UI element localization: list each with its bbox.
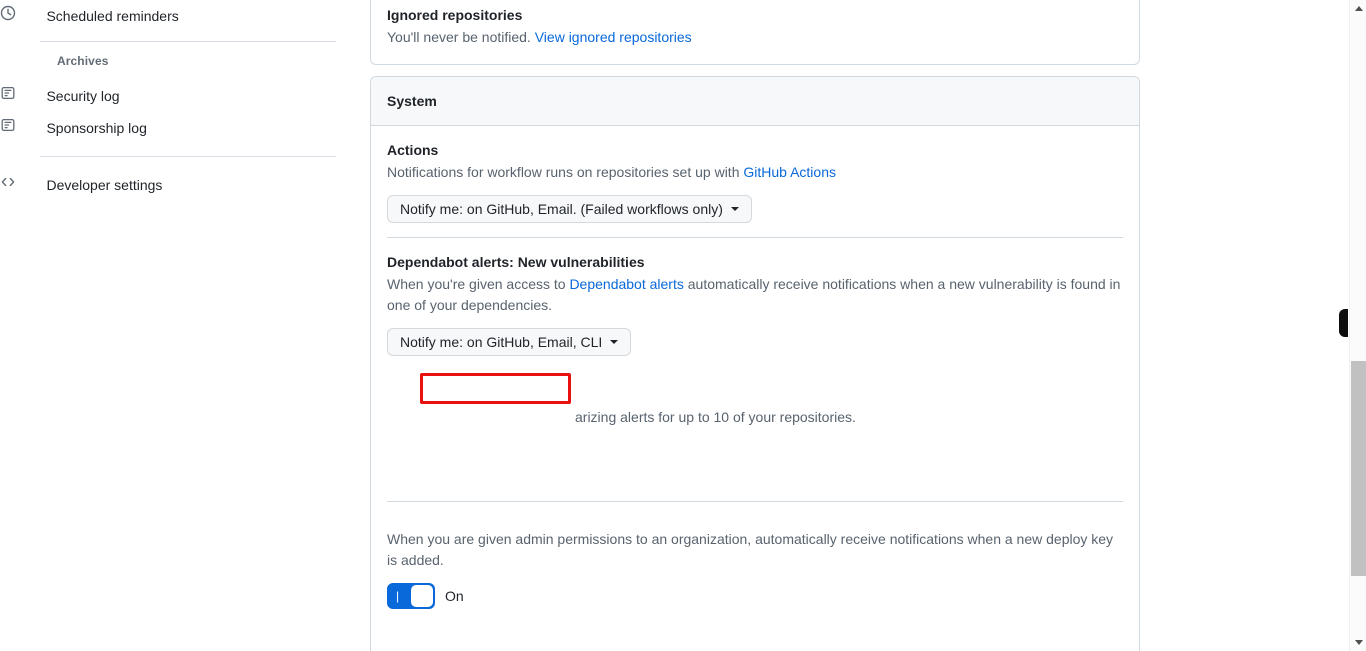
- scroll-down-arrow-icon[interactable]: [1350, 634, 1366, 651]
- sidebar-item-developer-settings[interactable]: Developer settings: [0, 169, 340, 201]
- section-divider-2: [387, 501, 1123, 502]
- dependabot-alerts-section: Dependabot alerts: New vulnerabilities W…: [371, 238, 1139, 425]
- log-icon: [0, 118, 20, 137]
- actions-section: Actions Notifications for workflow runs …: [371, 126, 1139, 237]
- sidebar-item-label: Scheduled reminders: [46, 8, 179, 24]
- settings-sidebar: Scheduled reminders Archives Security lo…: [0, 0, 340, 651]
- sidebar-divider-1: [40, 41, 336, 42]
- dependabot-notify-select[interactable]: Notify me: on GitHub, Email, CLI: [387, 328, 632, 356]
- dependabot-digest-partial-text: arizing alerts for up to 10 of your repo…: [575, 409, 856, 425]
- ignored-repositories-desc: You'll never be notified. View ignored r…: [387, 27, 1123, 48]
- page-scrollbar[interactable]: [1349, 0, 1366, 651]
- sidebar-item-label: Developer settings: [46, 177, 163, 193]
- github-actions-link[interactable]: GitHub Actions: [743, 164, 836, 180]
- dependabot-notify-select-value: Notify me: on GitHub, Email, CLI: [400, 334, 603, 350]
- clock-icon: [0, 5, 20, 25]
- dependabot-desc-before: When you're given access to: [387, 276, 570, 292]
- deploy-key-toggle-label: On: [445, 588, 464, 604]
- dependabot-alerts-desc: When you're given access to Dependabot a…: [387, 274, 1122, 316]
- code-icon: [0, 177, 20, 194]
- actions-title: Actions: [387, 142, 439, 158]
- sidebar-item-label: Security log: [46, 88, 120, 104]
- log-icon: [0, 86, 20, 105]
- edge-tab-handle[interactable]: [1339, 309, 1348, 337]
- sidebar-item-label: Sponsorship log: [46, 120, 147, 136]
- dependabot-alerts-link[interactable]: Dependabot alerts: [569, 276, 683, 292]
- deploy-key-toggle-row: | On: [387, 583, 1125, 609]
- view-ignored-repositories-link[interactable]: View ignored repositories: [535, 29, 692, 45]
- ignored-repositories-title: Ignored repositories: [387, 7, 523, 23]
- actions-notify-select-value: Notify me: on GitHub, Email. (Failed wor…: [400, 201, 723, 217]
- scrollbar-thumb[interactable]: [1351, 361, 1366, 576]
- chevron-down-icon: [610, 340, 619, 344]
- scroll-up-arrow-icon[interactable]: [1350, 0, 1366, 17]
- deploy-key-toggle[interactable]: |: [387, 583, 435, 609]
- deploy-key-desc: When you are given admin permissions to …: [387, 531, 1114, 568]
- deploy-key-section: When you are given admin permissions to …: [371, 513, 1141, 625]
- settings-page: Scheduled reminders Archives Security lo…: [0, 0, 1366, 651]
- sidebar-item-scheduled-reminders[interactable]: Scheduled reminders: [0, 0, 340, 32]
- ignored-desc-text: You'll never be notified.: [387, 29, 531, 45]
- sidebar-group-archives: Archives: [57, 54, 109, 68]
- toggle-on-bar-icon: |: [396, 589, 400, 603]
- sidebar-item-security-log[interactable]: Security log: [0, 80, 340, 112]
- sidebar-divider-2: [40, 156, 336, 157]
- system-card-header: System: [371, 77, 1139, 126]
- system-card: System Actions Notifications for workflo…: [370, 76, 1140, 651]
- actions-desc: Notifications for workflow runs on repos…: [387, 162, 1123, 183]
- actions-desc-text: Notifications for workflow runs on repos…: [387, 164, 744, 180]
- toggle-knob: [411, 585, 433, 607]
- actions-notify-select[interactable]: Notify me: on GitHub, Email. (Failed wor…: [387, 195, 752, 223]
- dependabot-alerts-title: Dependabot alerts: New vulnerabilities: [387, 254, 645, 270]
- sidebar-item-sponsorship-log[interactable]: Sponsorship log: [0, 112, 340, 144]
- ignored-repositories-card: Ignored repositories You'll never be not…: [370, 0, 1140, 65]
- chevron-down-icon: [730, 207, 739, 211]
